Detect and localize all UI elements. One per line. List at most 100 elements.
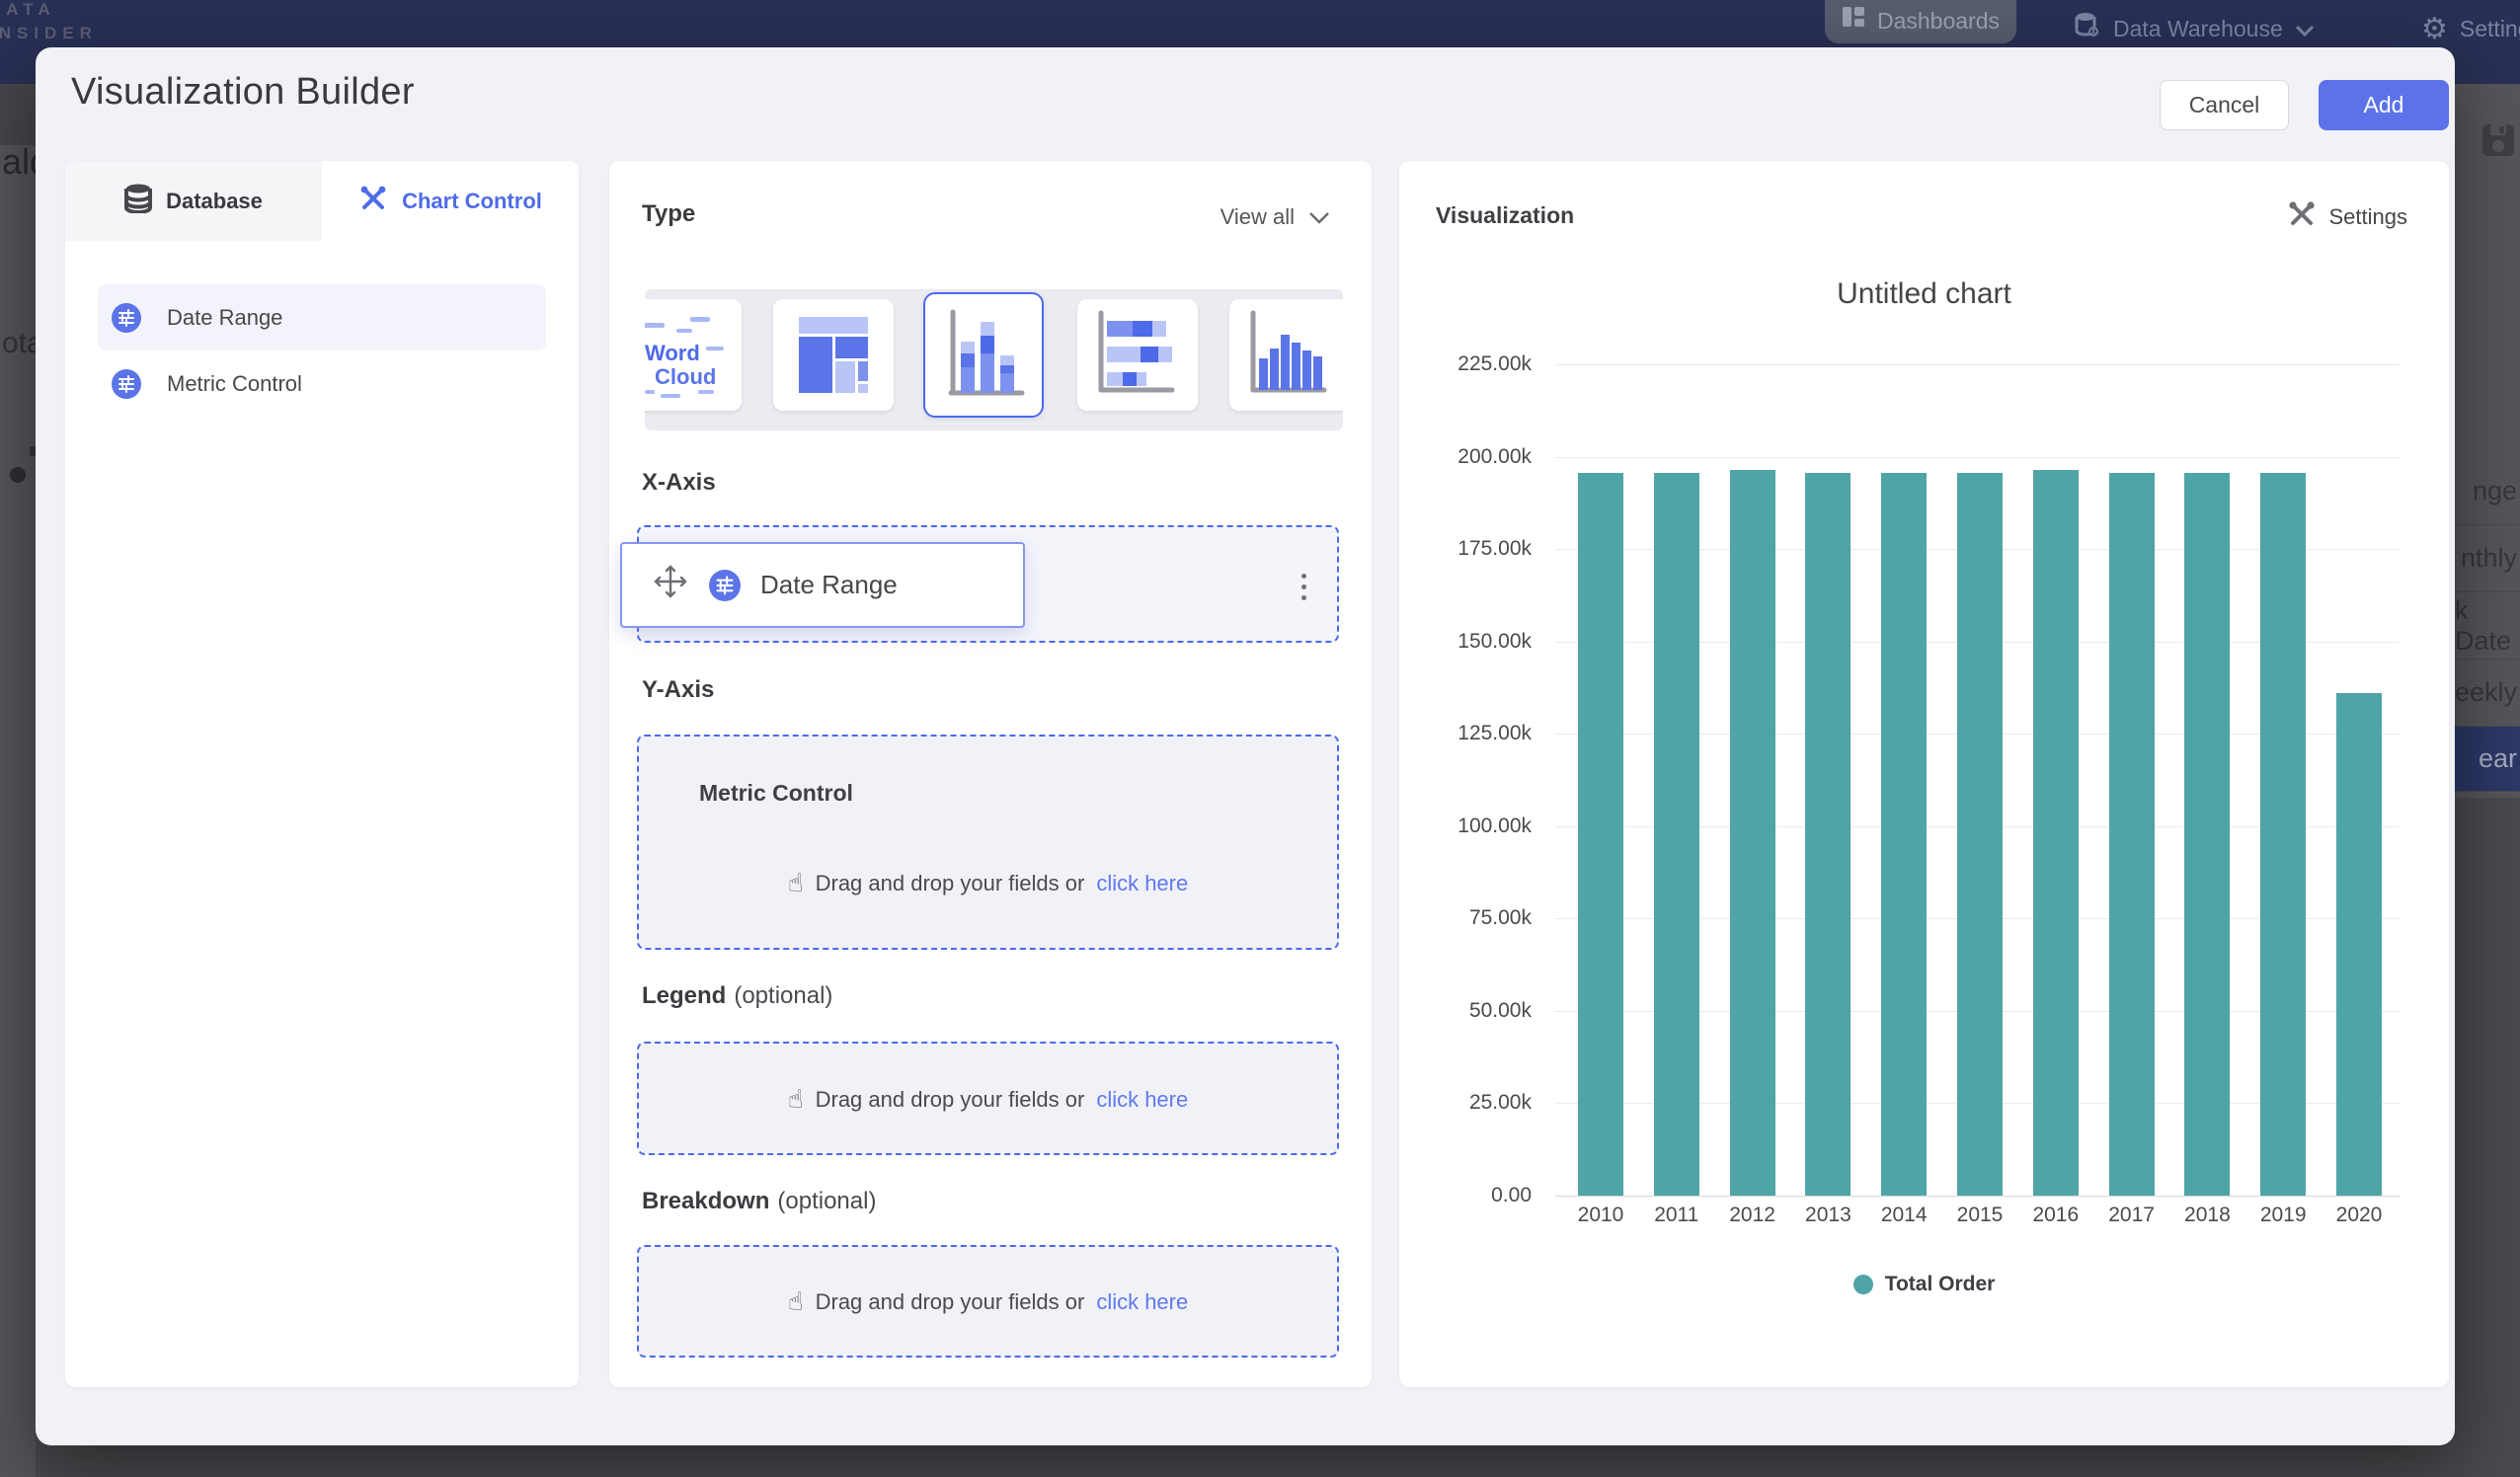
- x-tick-label: 2015: [1940, 1204, 2019, 1227]
- x-axis-heading: X-Axis: [642, 469, 716, 497]
- builder-panel: Type View all Word Cloud: [609, 161, 1372, 1387]
- click-here-link[interactable]: click here: [1096, 1289, 1188, 1315]
- y-axis-drop-zone[interactable]: Metric Control ☝ Drag and drop your fiel…: [637, 735, 1339, 950]
- background-menu-item[interactable]: eekly: [2455, 660, 2520, 727]
- background-text-fragment: ald: [2, 141, 36, 183]
- breakdown-heading-label: Breakdown: [642, 1188, 769, 1214]
- drop-hint: ☝ Drag and drop your fields or click her…: [639, 1085, 1337, 1115]
- control-sliders-icon: [112, 303, 141, 333]
- page-title: Visualization Builder: [71, 71, 415, 114]
- y-tick-label: 125.00k: [1399, 722, 1532, 745]
- tap-icon: ☝: [788, 869, 804, 898]
- bar-2010: [1578, 473, 1623, 1196]
- cancel-button[interactable]: Cancel: [2160, 80, 2289, 130]
- drop-hint-text: Drag and drop your fields or: [816, 1087, 1085, 1113]
- logo-line1: DATA: [0, 0, 98, 22]
- breakdown-drop-zone[interactable]: ☝ Drag and drop your fields or click her…: [637, 1245, 1339, 1358]
- background-block: [0, 84, 36, 145]
- breakdown-optional-label: (optional): [777, 1188, 876, 1214]
- nav-item-dashboards[interactable]: Dashboards: [1825, 0, 2016, 43]
- field-item-date-range[interactable]: Date Range: [98, 284, 546, 350]
- chart-type-carousel: Word Cloud: [645, 289, 1343, 430]
- breakdown-heading: Breakdown (optional): [642, 1188, 876, 1215]
- gear-icon: ⚙: [2421, 12, 2448, 46]
- app-logo: DATA INSIDER: [0, 0, 98, 45]
- kebab-menu-icon[interactable]: [1291, 565, 1316, 608]
- settings-label: Settings: [2329, 204, 2408, 230]
- control-sliders-icon: [112, 369, 141, 399]
- bar-2017: [2109, 473, 2155, 1196]
- bar-2019: [2260, 473, 2306, 1196]
- click-here-link[interactable]: click here: [1096, 1087, 1188, 1113]
- background-menu-item[interactable]: ear: [2455, 727, 2520, 792]
- add-button[interactable]: Add: [2319, 80, 2449, 130]
- tab-chart-control[interactable]: Chart Control: [322, 161, 579, 241]
- chart-type-stacked-bar[interactable]: [1077, 299, 1198, 411]
- logo-line2: INSIDER: [0, 22, 98, 45]
- bullet-icon: [10, 467, 26, 483]
- legend-series-label: Total Order: [1885, 1273, 1996, 1296]
- visualization-panel: Visualization Settings Untitled chart 22…: [1399, 161, 2449, 1387]
- x-tick-label: 2020: [2320, 1204, 2399, 1227]
- save-icon[interactable]: [2481, 122, 2516, 163]
- nav-item-data-warehouse[interactable]: Data Warehouse: [2074, 12, 2315, 45]
- nav-dashboards-label: Dashboards: [1877, 8, 2000, 35]
- background-menu-item[interactable]: k Date: [2455, 592, 2520, 660]
- wordcloud-word: Word: [645, 341, 700, 365]
- control-sliders-icon: [709, 570, 741, 601]
- x-tick-label: 2012: [1713, 1204, 1792, 1227]
- background-menu-item[interactable]: nthly: [2455, 525, 2520, 592]
- fields-panel: Database Chart Control Date Range Metric…: [65, 161, 579, 1387]
- background-page-left-sliver: ald ota: [0, 84, 36, 1477]
- x-tick-label: 2013: [1788, 1204, 1867, 1227]
- tab-database[interactable]: Database: [65, 161, 322, 241]
- bar-2016: [2033, 470, 2079, 1196]
- drop-hint: ☝ Drag and drop your fields or click her…: [639, 869, 1337, 898]
- legend-drop-zone[interactable]: ☝ Drag and drop your fields or click her…: [637, 1042, 1339, 1155]
- warehouse-database-icon: [2074, 12, 2101, 45]
- chart-type-treemap[interactable]: [773, 299, 894, 411]
- drop-hint-text: Drag and drop your fields or: [816, 871, 1085, 896]
- tools-icon: [358, 184, 388, 219]
- background-block: [2455, 798, 2520, 1477]
- chevron-down-icon: [2295, 16, 2315, 42]
- crossed-tools-icon: [2286, 198, 2318, 236]
- y-tick-label: 100.00k: [1399, 815, 1532, 838]
- screen: DATA INSIDER Dashboards Data Warehouse ⚙…: [0, 0, 2520, 1477]
- bar-2012: [1730, 470, 1775, 1196]
- dragged-field-date-range[interactable]: Date Range: [620, 542, 1025, 628]
- click-here-link[interactable]: click here: [1096, 871, 1188, 896]
- x-tick-label: 2017: [2092, 1204, 2171, 1227]
- settings-button[interactable]: Settings: [2286, 198, 2408, 236]
- background-menu-item[interactable]: nge: [2455, 458, 2520, 525]
- chart-type-stacked-column[interactable]: [923, 292, 1044, 418]
- chart-type-column[interactable]: [1229, 299, 1343, 411]
- chart-plot-area: [1555, 364, 2400, 1196]
- move-icon: [652, 563, 689, 607]
- chevron-down-icon: [1308, 211, 1330, 224]
- gridline: [1555, 457, 2400, 458]
- y-tick-label: 200.00k: [1399, 445, 1532, 469]
- nav-item-settings[interactable]: ⚙ Settings: [2421, 12, 2520, 46]
- tap-icon: ☝: [788, 1287, 804, 1317]
- y-tick-label: 0.00: [1399, 1184, 1532, 1207]
- chart-type-wordcloud[interactable]: Word Cloud: [645, 299, 742, 411]
- y-tick-label: 225.00k: [1399, 352, 1532, 376]
- visualization-builder-modal: Visualization Builder Cancel Add Databas…: [36, 47, 2455, 1445]
- view-all-label: View all: [1221, 204, 1295, 230]
- tab-chart-control-label: Chart Control: [402, 189, 542, 214]
- tab-database-label: Database: [166, 189, 263, 214]
- bar-2011: [1654, 473, 1699, 1196]
- y-tick-label: 75.00k: [1399, 906, 1532, 930]
- metric-control-title: Metric Control: [699, 780, 853, 807]
- x-tick-label: 2018: [2167, 1204, 2246, 1227]
- background-text-fragment: ota: [2, 327, 36, 360]
- chart-legend-item[interactable]: Total Order: [1399, 1273, 2449, 1296]
- x-tick-label: 2011: [1637, 1204, 1716, 1227]
- chart-title: Untitled chart: [1399, 277, 2449, 311]
- view-all-dropdown[interactable]: View all: [1221, 204, 1330, 230]
- legend-heading-label: Legend: [642, 982, 726, 1009]
- field-item-metric-control[interactable]: Metric Control: [98, 350, 546, 417]
- nav-warehouse-label: Data Warehouse: [2113, 16, 2283, 42]
- field-label: Date Range: [167, 305, 282, 331]
